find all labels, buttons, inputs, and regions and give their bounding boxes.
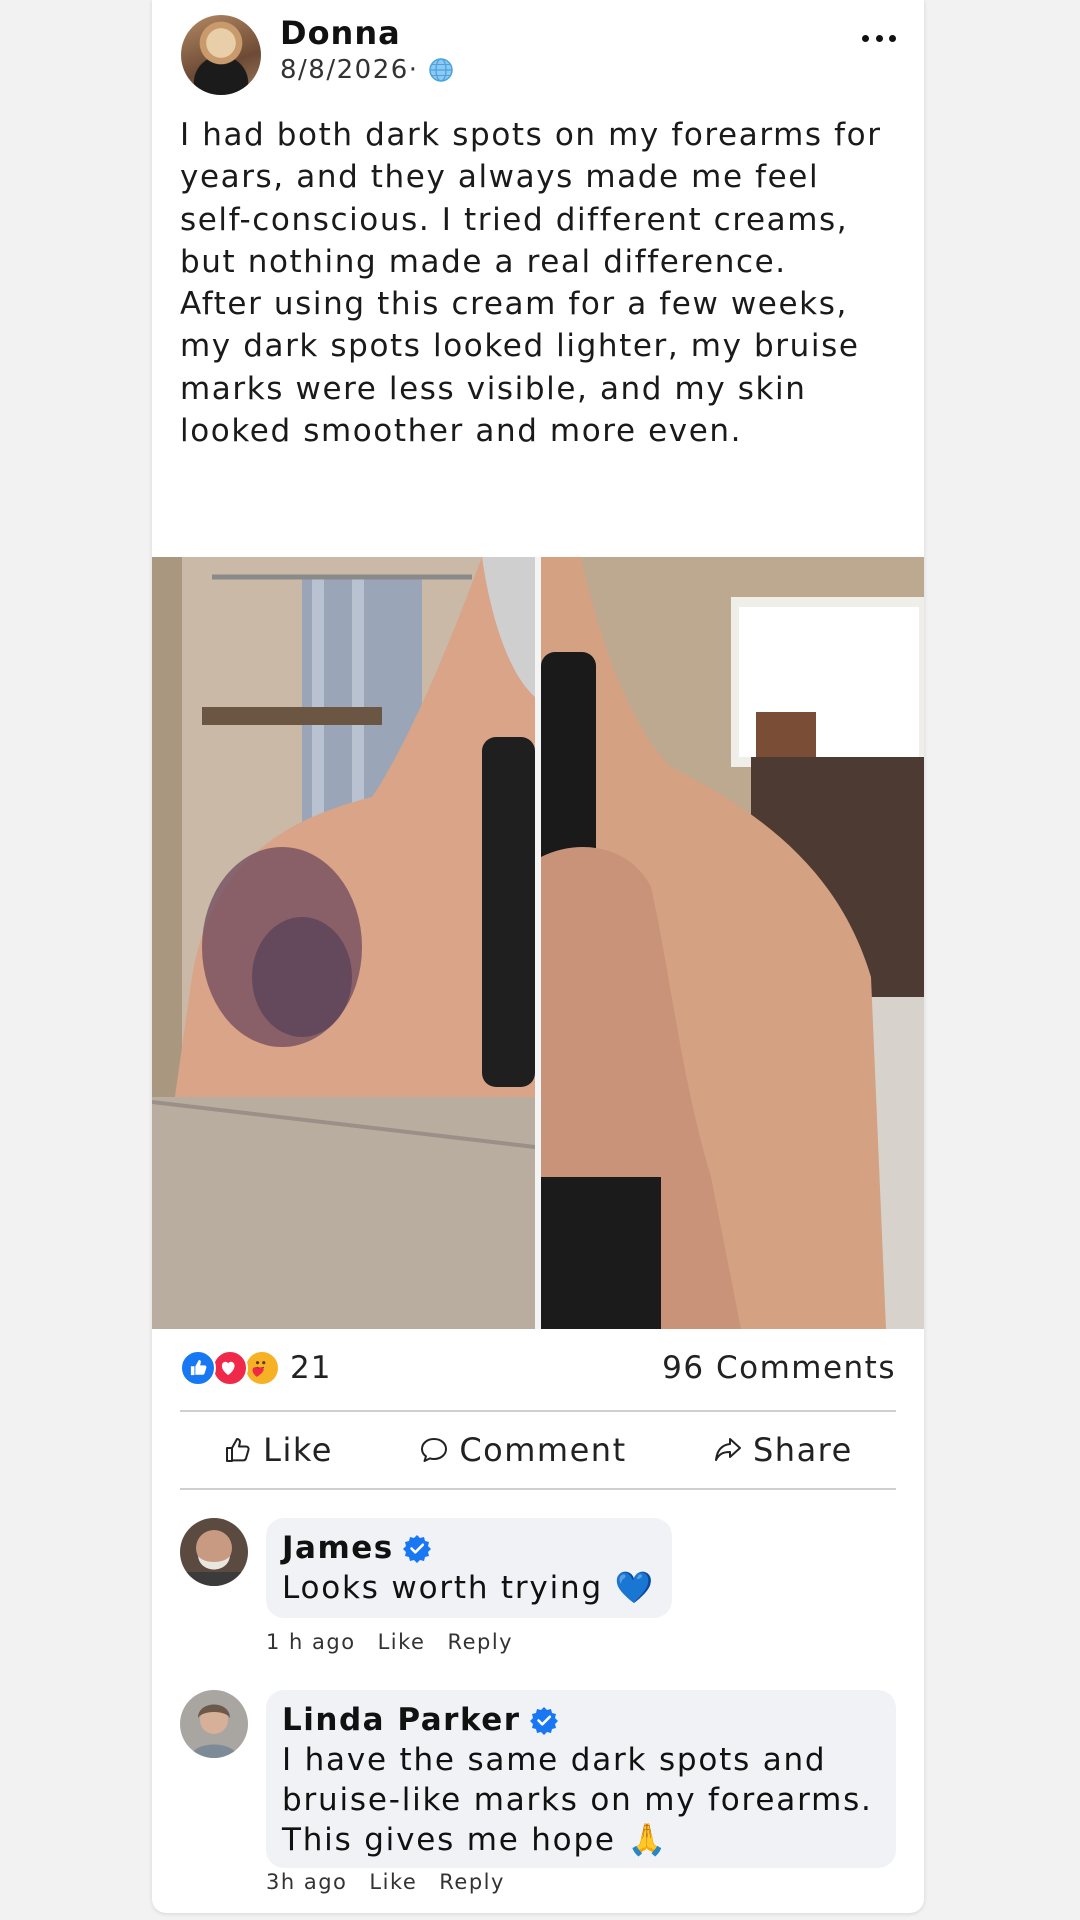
post-card: Donna 8/8/2026· I had both dark spots on… <box>152 0 924 1913</box>
comment-text: I have the same dark spots and bruise-li… <box>282 1742 873 1858</box>
love-reaction-icon <box>212 1350 248 1386</box>
post-text: I had both dark spots on my forearms for… <box>180 114 900 452</box>
verified-badge-icon <box>402 1533 432 1563</box>
comment-bubble: Linda Parker I have the same dark spots … <box>266 1690 896 1868</box>
like-button[interactable]: Like <box>223 1431 333 1469</box>
post-date-text: 8/8/2026· <box>280 55 419 85</box>
verified-badge-icon <box>529 1705 559 1735</box>
reactions-row: 21 96 Comments <box>180 1346 896 1390</box>
commenter-name-row: James <box>282 1530 656 1566</box>
comment-item: James Looks worth trying 💙 1 h ago Like … <box>180 1518 896 1658</box>
author-avatar[interactable] <box>181 15 261 95</box>
care-reaction-icon <box>244 1350 280 1386</box>
comment-time: 1 h ago <box>266 1630 356 1654</box>
actions-row: Like Comment Share <box>180 1412 896 1488</box>
thumbs-up-icon <box>226 1438 250 1462</box>
commenter-name-row: Linda Parker <box>282 1702 880 1738</box>
commenter-avatar[interactable] <box>180 1690 248 1758</box>
comment-reply-link[interactable]: Reply <box>447 1630 513 1654</box>
divider-bottom <box>180 1488 896 1490</box>
post-text-paragraph-1: I had both dark spots on my forearms for… <box>180 117 882 280</box>
comments-count[interactable]: 96 Comments <box>662 1350 896 1386</box>
author-name[interactable]: Donna <box>280 14 401 52</box>
comment-button[interactable]: Comment <box>419 1431 626 1469</box>
share-arrow-icon <box>714 1438 741 1461</box>
reaction-icons[interactable] <box>180 1350 284 1386</box>
post-date: 8/8/2026· <box>280 55 455 85</box>
comment-reply-link[interactable]: Reply <box>439 1870 505 1894</box>
post-photo[interactable] <box>152 557 924 1329</box>
comment-meta: 3h ago Like Reply <box>266 1870 505 1894</box>
like-reaction-icon <box>180 1350 216 1386</box>
before-photo <box>152 557 535 1329</box>
comment-text: Looks worth trying 💙 <box>282 1570 655 1606</box>
commenter-avatar[interactable] <box>180 1518 248 1586</box>
like-button-label: Like <box>263 1431 333 1469</box>
commenter-name[interactable]: James <box>282 1530 394 1566</box>
post-header: Donna 8/8/2026· <box>152 0 924 100</box>
globe-icon <box>427 56 455 84</box>
comment-like-link[interactable]: Like <box>378 1630 426 1654</box>
comment-time: 3h ago <box>266 1870 348 1894</box>
more-options-icon[interactable] <box>862 28 896 48</box>
comment-bubble-icon <box>421 1438 448 1462</box>
comment-meta: 1 h ago Like Reply <box>266 1630 513 1654</box>
comment-bubble: James Looks worth trying 💙 <box>266 1518 672 1618</box>
after-photo <box>541 557 924 1329</box>
reaction-count[interactable]: 21 <box>290 1350 331 1386</box>
commenter-name[interactable]: Linda Parker <box>282 1702 521 1738</box>
comment-item: Linda Parker I have the same dark spots … <box>180 1690 896 1900</box>
share-button[interactable]: Share <box>713 1431 853 1469</box>
comment-like-link[interactable]: Like <box>369 1870 417 1894</box>
comment-button-label: Comment <box>459 1431 627 1469</box>
share-button-label: Share <box>752 1431 853 1469</box>
post-text-paragraph-2: After using this cream for a few weeks, … <box>180 286 860 450</box>
